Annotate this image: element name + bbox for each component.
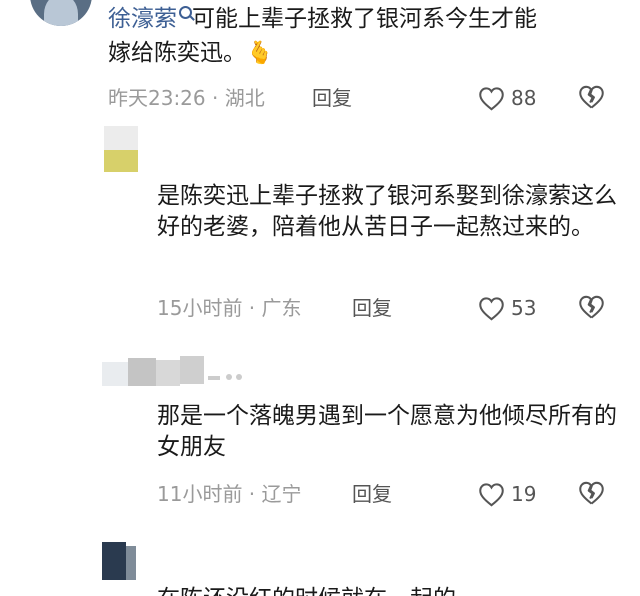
comment-location: 湖北 (224, 86, 265, 110)
like-count: 19 (511, 482, 537, 506)
dislike-icon[interactable] (578, 480, 605, 507)
like-count: 88 (511, 86, 537, 110)
comment-text: 是陈奕迅上辈子拯救了银河系娶到徐濠萦这么好的老婆，陪着他从苦日子一起熬过来的。 (157, 183, 617, 240)
comment-username[interactable]: 徐濠萦 可能上辈子拯救了银河系今生才能 (108, 4, 537, 35)
avatar[interactable] (102, 542, 136, 580)
avatar[interactable] (102, 356, 262, 386)
like-count: 53 (511, 296, 537, 320)
comment-location: 广东 (261, 296, 302, 320)
heart-icon[interactable] (478, 482, 505, 507)
comment-meta: 昨天23:26 · 湖北 (108, 86, 265, 110)
avatar[interactable] (30, 0, 92, 26)
comment-text: 那是一个落魄男遇到一个愿意为他倾尽所有的女朋友 (157, 403, 617, 460)
dislike-icon[interactable] (578, 84, 605, 111)
avatar[interactable] (104, 126, 138, 172)
comment-time: 昨天23:26 (108, 86, 206, 110)
finger-heart-icon: 🫰 (246, 41, 274, 66)
comment-meta: 11小时前 · 辽宁 (157, 482, 302, 506)
comment-meta: 15小时前 · 广东 (157, 296, 302, 320)
dislike-icon[interactable] (578, 294, 605, 321)
comment-text: 可能上辈子拯救了银河系今生才能 (192, 6, 537, 32)
reply-button[interactable]: 回复 (312, 84, 352, 112)
comment-time: 15小时前 (157, 296, 243, 320)
search-icon (179, 6, 192, 19)
comment-text-line: 嫁给陈奕迅。🫰 (108, 40, 274, 66)
comment-text-partial: 在陈还没红的时候就在一起的 (157, 584, 617, 596)
reply-button[interactable]: 回复 (352, 480, 392, 508)
heart-icon[interactable] (478, 86, 505, 111)
reply-button[interactable]: 回复 (352, 294, 392, 322)
comment-time: 11小时前 (157, 482, 243, 506)
heart-icon[interactable] (478, 296, 505, 321)
comment-location: 辽宁 (261, 482, 302, 506)
